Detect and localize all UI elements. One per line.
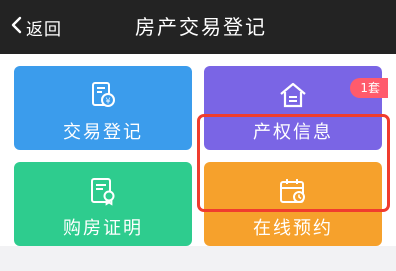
property-rights-info-tile[interactable]: 产权信息 1套 bbox=[204, 66, 388, 150]
online-appointment-tile[interactable]: 在线预约 bbox=[204, 162, 382, 246]
house-icon bbox=[278, 80, 308, 114]
tile-label: 购房证明 bbox=[63, 218, 143, 239]
svg-text:¥: ¥ bbox=[105, 97, 110, 106]
top-bar: 返回 房产交易登记 bbox=[0, 0, 396, 54]
tile-label: 在线预约 bbox=[253, 218, 333, 239]
service-grid: ¥ 交易登记 产权信息 1套 购房证明 在线预约 bbox=[0, 54, 396, 246]
page-title: 房产交易登记 bbox=[135, 15, 267, 39]
page-background bbox=[0, 246, 396, 271]
tile-label: 产权信息 bbox=[253, 122, 333, 143]
transaction-registration-tile[interactable]: ¥ 交易登记 bbox=[14, 66, 192, 150]
count-badge: 1套 bbox=[350, 78, 388, 98]
tile-label: 交易登记 bbox=[63, 122, 143, 143]
certificate-icon bbox=[88, 176, 118, 210]
purchase-certificate-tile[interactable]: 购房证明 bbox=[14, 162, 192, 246]
calendar-icon bbox=[278, 176, 308, 210]
transaction-doc-icon: ¥ bbox=[88, 80, 118, 114]
